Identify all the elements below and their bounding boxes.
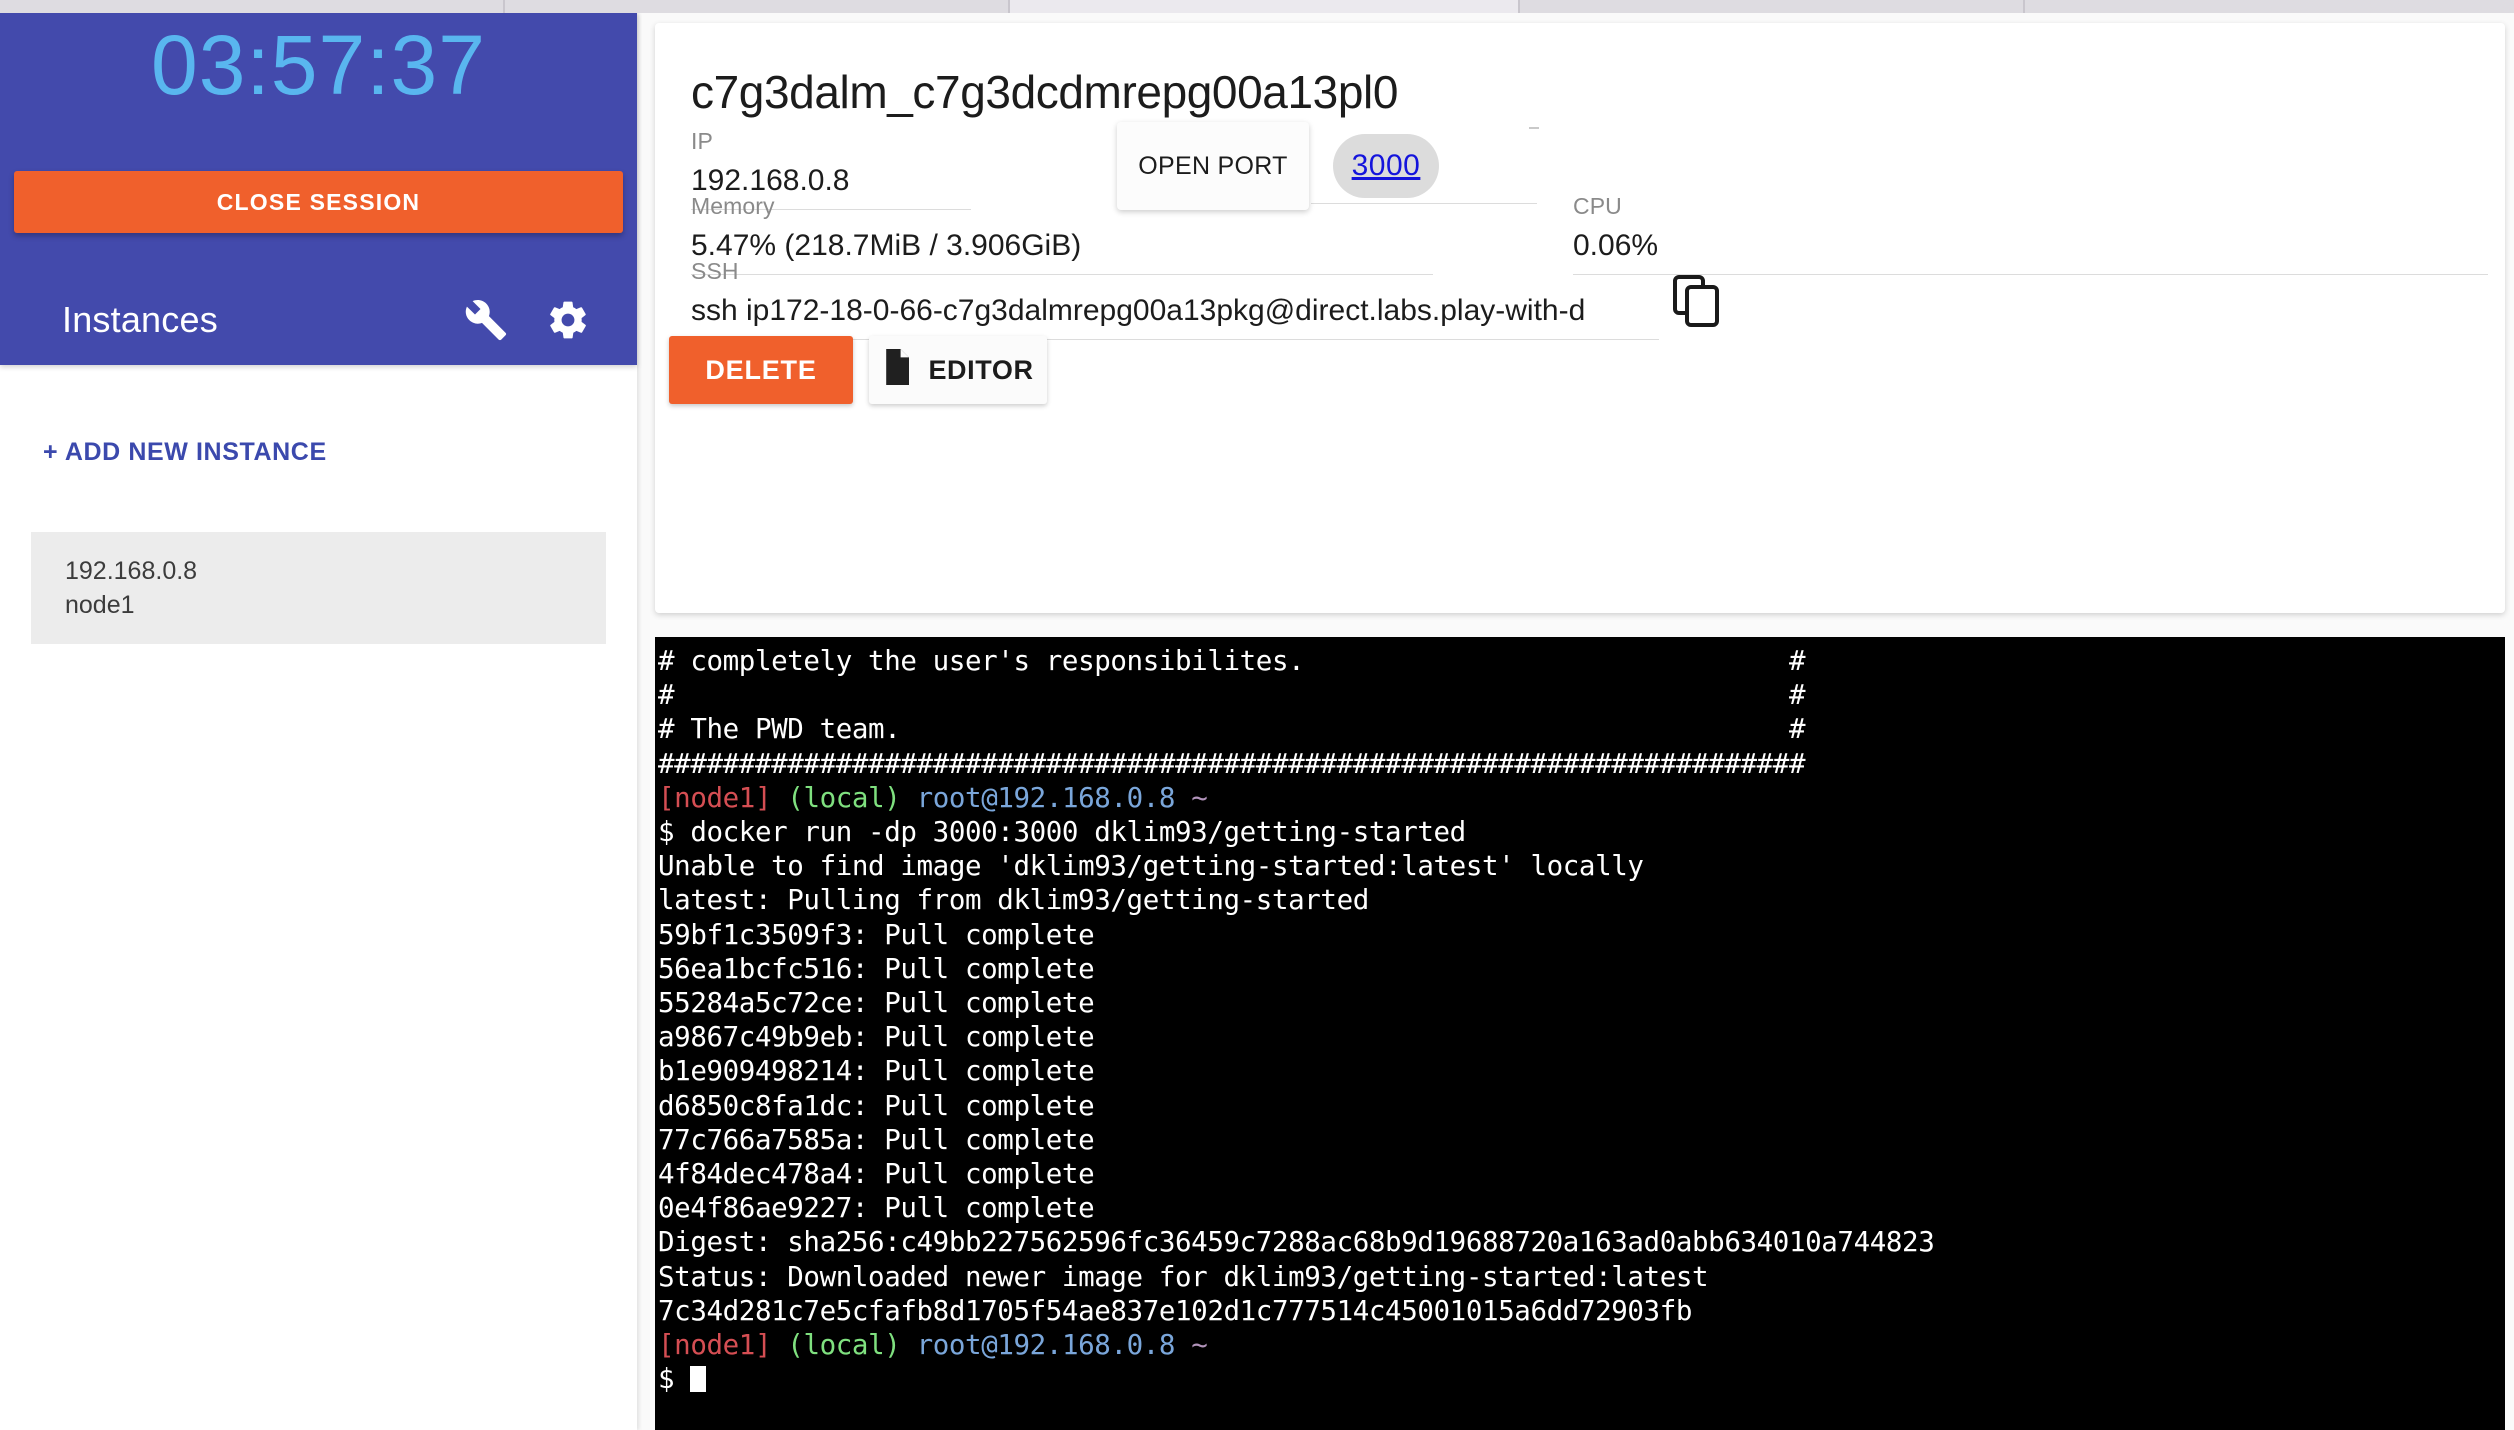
- terminal-line: $ docker run -dp 3000:3000 dklim93/getti…: [658, 815, 2505, 849]
- terminal-text: Digest: sha256:c49bb227562596fc36459c728…: [658, 1226, 1935, 1259]
- sidebar-header: 03:57:37 CLOSE SESSION Instances: [0, 13, 637, 365]
- terminal-text: Status: Downloaded newer image for dklim…: [658, 1260, 1709, 1293]
- field-cpu-value: 0.06%: [1573, 229, 1659, 262]
- terminal-line: b1e909498214: Pull complete: [658, 1054, 2505, 1088]
- terminal-output: # completely the user's responsibilites.…: [658, 644, 2505, 1396]
- terminal-text: a9867c49b9eb: Pull complete: [658, 1021, 1095, 1054]
- terminal-text: 0e4f86ae9227: Pull complete: [658, 1192, 1095, 1225]
- terminal-text: $ docker run -dp 3000:3000 dklim93/getti…: [658, 816, 1466, 849]
- gear-icon[interactable]: [545, 297, 591, 343]
- terminal[interactable]: # completely the user's responsibilites.…: [655, 637, 2505, 1430]
- terminal-text: ########################################…: [658, 747, 1806, 780]
- add-new-instance-button[interactable]: + ADD NEW INSTANCE: [43, 438, 327, 467]
- terminal-text: ~: [1191, 1329, 1208, 1362]
- browser-tab-1[interactable]: [0, 0, 505, 13]
- field-ssh-label: SSH: [691, 258, 739, 284]
- terminal-text: [node1]: [658, 1329, 772, 1362]
- terminal-text: 77c766a7585a: Pull complete: [658, 1123, 1095, 1156]
- copy-icon[interactable]: [1673, 275, 1721, 327]
- terminal-line: [node1] (local) root@192.168.0.8 ~: [658, 1328, 2505, 1362]
- terminal-line: Status: Downloaded newer image for dklim…: [658, 1260, 2505, 1294]
- editor-button[interactable]: EDITOR: [869, 336, 1047, 404]
- terminal-line: 7c34d281c7e5cfafb8d1705f54ae837e102d1c77…: [658, 1294, 2505, 1328]
- terminal-line: 56ea1bcfc516: Pull complete: [658, 952, 2505, 986]
- terminal-line: 77c766a7585a: Pull complete: [658, 1123, 2505, 1157]
- terminal-text: 59bf1c3509f3: Pull complete: [658, 918, 1095, 951]
- terminal-text: [node1]: [658, 781, 772, 814]
- session-timer: 03:57:37: [151, 18, 486, 112]
- terminal-text: # completely the user's responsibilites.…: [658, 645, 1806, 677]
- page-title: c7g3dalm_c7g3dcdmrepg00a13pl0: [691, 66, 1399, 118]
- field-memory-label: Memory: [691, 193, 775, 219]
- terminal-line: # completely the user's responsibilites.…: [658, 644, 2505, 678]
- terminal-text: (local): [787, 1329, 901, 1362]
- terminal-text: ~: [1191, 781, 1208, 814]
- browser-tab-3[interactable]: [1010, 0, 1520, 13]
- terminal-line: # #: [658, 678, 2505, 712]
- terminal-text: root@192.168.0.8: [916, 1329, 1176, 1362]
- wrench-icon[interactable]: [463, 297, 509, 343]
- browser-tab-strip-filler: [2025, 0, 2514, 13]
- terminal-line: # The PWD team. #: [658, 712, 2505, 746]
- close-session-button[interactable]: CLOSE SESSION: [14, 171, 623, 233]
- terminal-text: 7c34d281c7e5cfafb8d1705f54ae837e102d1c77…: [658, 1294, 1693, 1327]
- terminal-text: 55284a5c72ce: Pull complete: [658, 987, 1095, 1020]
- terminal-text: d6850c8fa1dc: Pull complete: [658, 1089, 1095, 1122]
- terminal-text: root@192.168.0.8: [916, 781, 1176, 814]
- terminal-text: 4f84dec478a4: Pull complete: [658, 1158, 1095, 1191]
- terminal-line: 0e4f86ae9227: Pull complete: [658, 1191, 2505, 1225]
- field-cpu: CPU 0.06%: [1573, 192, 2488, 275]
- terminal-line: [node1] (local) root@192.168.0.8 ~: [658, 781, 2505, 815]
- instance-name-label: node1: [65, 591, 135, 619]
- terminal-line: $: [658, 1362, 2505, 1396]
- terminal-line: Unable to find image 'dklim93/getting-st…: [658, 849, 2505, 883]
- terminal-line: latest: Pulling from dklim93/getting-sta…: [658, 883, 2505, 917]
- browser-tab-strip[interactable]: [0, 0, 2514, 13]
- sidebar: 03:57:37 CLOSE SESSION Instances + ADD N…: [0, 13, 637, 1430]
- terminal-text: b1e909498214: Pull complete: [658, 1055, 1095, 1088]
- browser-tab-4[interactable]: [1520, 0, 2025, 13]
- instances-title: Instances: [62, 299, 218, 340]
- field-ssh-value[interactable]: ssh ip172-18-0-66-c7g3dalmrepg00a13pkg@d…: [691, 285, 1659, 333]
- editor-button-label: EDITOR: [928, 354, 1034, 385]
- sidebar-instance-node1[interactable]: 192.168.0.8 node1: [31, 532, 606, 644]
- page-root: 03:57:37 CLOSE SESSION Instances + ADD N…: [0, 13, 2514, 1430]
- port-badge-3000[interactable]: 3000: [1333, 134, 1439, 198]
- instances-header-bar: Instances: [0, 275, 637, 365]
- terminal-cursor: [690, 1366, 707, 1393]
- terminal-line: 4f84dec478a4: Pull complete: [658, 1157, 2505, 1191]
- browser-tab-2[interactable]: [505, 0, 1010, 13]
- instance-ip: 192.168.0.8: [65, 557, 198, 585]
- terminal-text: (local): [787, 781, 901, 814]
- document-icon: [882, 348, 912, 392]
- terminal-text: # The PWD team. #: [658, 713, 1806, 746]
- delete-button[interactable]: DELETE: [669, 336, 853, 404]
- terminal-line: a9867c49b9eb: Pull complete: [658, 1020, 2505, 1054]
- terminal-text: 56ea1bcfc516: Pull complete: [658, 952, 1095, 985]
- terminal-line: 55284a5c72ce: Pull complete: [658, 986, 2505, 1020]
- terminal-line: ########################################…: [658, 747, 2505, 781]
- instance-list: 192.168.0.8 node1: [31, 532, 606, 644]
- terminal-text: # #: [658, 679, 1806, 712]
- terminal-line: Digest: sha256:c49bb227562596fc36459c728…: [658, 1225, 2505, 1259]
- terminal-line: 59bf1c3509f3: Pull complete: [658, 918, 2505, 952]
- instance-detail-card: c7g3dalm_c7g3dcdmrepg00a13pl0 IP 192.168…: [655, 23, 2505, 613]
- terminal-line: d6850c8fa1dc: Pull complete: [658, 1089, 2505, 1123]
- terminal-text: $: [658, 1363, 691, 1396]
- field-ssh: SSH ssh ip172-18-0-66-c7g3dalmrepg00a13p…: [691, 257, 1659, 340]
- field-cpu-label: CPU: [1573, 193, 1622, 219]
- terminal-text: latest: Pulling from dklim93/getting-sta…: [658, 884, 1369, 917]
- open-port-tick: [1529, 127, 1539, 129]
- terminal-text: Unable to find image 'dklim93/getting-st…: [658, 850, 1644, 883]
- field-ip-label: IP: [691, 128, 713, 154]
- port-badge-label: 3000: [1351, 149, 1421, 182]
- main-content: c7g3dalm_c7g3dcdmrepg00a13pl0 IP 192.168…: [637, 13, 2514, 1430]
